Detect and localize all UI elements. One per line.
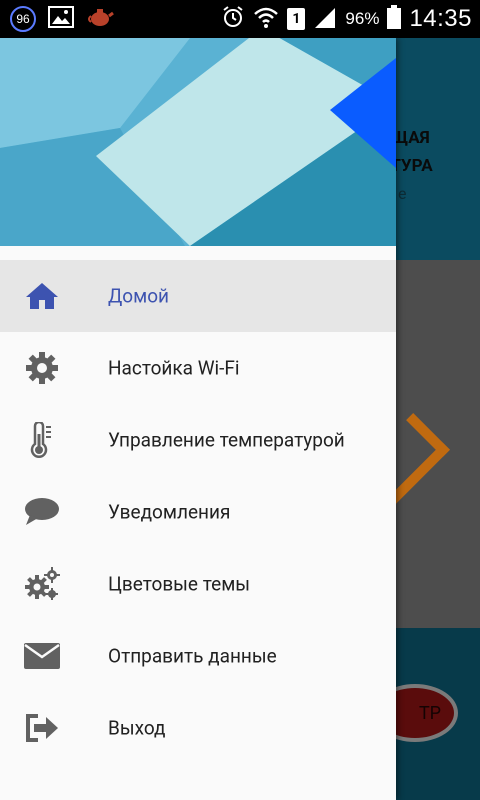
home-icon xyxy=(24,278,60,314)
menu-item-color-themes[interactable]: Цветовые темы xyxy=(0,548,396,620)
menu-item-temperature-control[interactable]: Управление температурой xyxy=(0,404,396,476)
logout-icon xyxy=(24,710,60,746)
gears-icon xyxy=(24,566,60,602)
status-bar-system: 1 96% 14:35 xyxy=(221,0,472,38)
clock: 14:35 xyxy=(409,5,472,32)
signal-strength-icon xyxy=(313,6,337,32)
sim-slot-icon: 1 xyxy=(287,8,306,30)
alarm-icon xyxy=(221,5,245,33)
battery-icon xyxy=(387,5,402,33)
menu-item-label: Настойка Wi-Fi xyxy=(108,356,240,380)
wifi-icon xyxy=(253,5,279,33)
status-bar: 96 1 96% 14:35 xyxy=(0,0,480,38)
background-subtitle: е xyxy=(398,184,407,203)
envelope-icon xyxy=(24,638,60,674)
image-notification-icon xyxy=(48,6,74,32)
battery-percent: 96% xyxy=(345,9,380,28)
menu-item-label: Управление температурой xyxy=(108,428,345,452)
gear-icon xyxy=(24,350,60,386)
menu-item-wifi-settings[interactable]: Настойка Wi-Fi xyxy=(0,332,396,404)
drawer-header-image xyxy=(0,38,396,246)
menu-item-logout[interactable]: Выход xyxy=(0,692,396,764)
navigation-drawer: Домой Настойка Wi-Fi Управление температ… xyxy=(0,38,396,800)
menu-item-label: Отправить данные xyxy=(108,644,277,668)
drawer-menu: Домой Настойка Wi-Fi Управление температ… xyxy=(0,260,396,764)
menu-item-send-data[interactable]: Отправить данные xyxy=(0,620,396,692)
menu-item-label: Выход xyxy=(108,716,166,740)
menu-item-label: Уведомления xyxy=(108,500,231,524)
chat-bubble-icon xyxy=(24,494,60,530)
menu-item-notifications[interactable]: Уведомления xyxy=(0,476,396,548)
menu-item-label: Домой xyxy=(108,284,170,308)
menu-item-label: Цветовые темы xyxy=(108,572,251,596)
notification-count-badge: 96 xyxy=(10,6,36,32)
thermometer-icon xyxy=(24,422,60,458)
teapot-notification-icon xyxy=(86,6,114,32)
menu-item-home[interactable]: Домой xyxy=(0,260,396,332)
status-bar-notifications: 96 xyxy=(10,0,114,38)
